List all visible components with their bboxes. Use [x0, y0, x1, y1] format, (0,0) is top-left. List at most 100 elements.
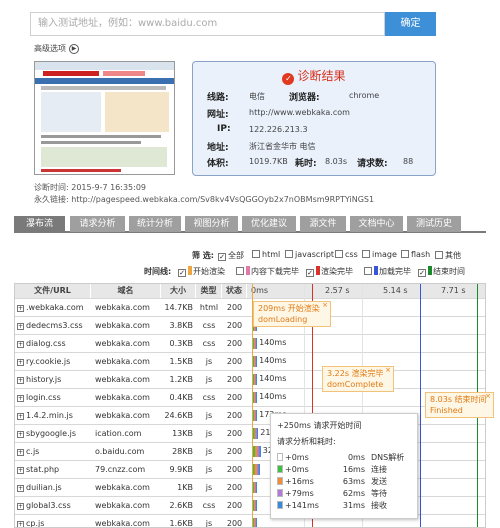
filter-javascript[interactable]: javascript [285, 250, 334, 259]
waterfall-bar[interactable] [253, 338, 258, 349]
domain-cell: o.baidu.com [95, 447, 145, 456]
requests-value: 88 [403, 157, 414, 166]
checkbox-icon [364, 267, 372, 275]
waterfall-bar[interactable] [253, 374, 258, 385]
table-row[interactable]: + history.js webkaka.com 1.2KB js 200 140ms [15, 370, 485, 388]
file-name: c.js [26, 447, 40, 456]
timeline-end-time[interactable]: ✓ 结束时间 [418, 266, 465, 277]
play-circle-icon: ▶ [69, 43, 79, 54]
waterfall-bar[interactable] [253, 356, 258, 367]
table-row[interactable]: + dialog.css webkaka.com 0.3KB css 200 140ms [15, 334, 485, 352]
type-cell: js [205, 447, 213, 456]
expand-icon[interactable]: + [17, 449, 24, 456]
timeline-start-render[interactable]: ✓ 开始渲染 [178, 266, 225, 277]
tooltip-start: +250ms 请求开始时间 [277, 421, 362, 430]
tab-view-analysis[interactable]: 视图分析 [185, 216, 238, 232]
expand-icon[interactable]: + [17, 467, 24, 474]
col-header-timeline: 0ms 2.57 s 5.14 s 7.71 s [247, 284, 485, 298]
url-input[interactable]: 输入测试地址，例如：www.baidu.com [30, 12, 385, 36]
expand-icon[interactable]: + [17, 413, 24, 420]
close-icon[interactable]: × [485, 391, 491, 402]
type-cell: html [199, 303, 219, 312]
expand-icon[interactable]: + [17, 341, 24, 348]
expand-icon[interactable]: + [17, 359, 24, 366]
waterfall-bar[interactable] [253, 446, 261, 457]
waterfall-bar[interactable] [253, 500, 258, 511]
bar-duration-label: 140ms [259, 356, 287, 365]
bar-duration-label: 140ms [259, 392, 287, 401]
tooltip-phase-row: +0ms 0ms DNS解析 [277, 452, 404, 463]
table-row[interactable]: + login.css webkaka.com 0.4KB css 200 140ms [15, 388, 485, 406]
timeline-load-done[interactable]: 加载完毕 [364, 266, 411, 277]
check-icon: ✓ [282, 73, 295, 85]
load-done-line [420, 284, 421, 527]
checkbox-icon: ✓ [218, 253, 226, 261]
size-cell: 1KB [177, 483, 193, 492]
filter-css[interactable]: css [335, 250, 358, 259]
url-label: 网址: [207, 110, 229, 120]
status-cell: 200 [226, 375, 243, 384]
tooltip-title: 请求分析和耗时: [277, 437, 336, 446]
close-icon[interactable]: × [385, 365, 391, 376]
tab-optimization[interactable]: 优化建议 [242, 216, 296, 232]
phase-offset: +0ms [285, 465, 309, 474]
expand-icon[interactable]: + [17, 503, 24, 510]
waterfall-bar[interactable] [253, 518, 258, 527]
advanced-options-link[interactable]: 高级选项 ▶ [34, 43, 79, 55]
type-cell: css [202, 393, 216, 402]
status-cell: 200 [226, 321, 243, 330]
diagnose-time: 诊断时间: 2015-9-7 16:35:09 [34, 183, 147, 192]
domain-cell: webkaka.com [95, 483, 150, 492]
phase-swatch [277, 465, 283, 473]
status-cell: 200 [226, 303, 243, 312]
waterfall-bar[interactable] [253, 410, 258, 421]
waterfall-bar[interactable] [253, 464, 261, 475]
tab-statistics[interactable]: 统计分析 [129, 216, 181, 232]
table-row[interactable]: + .webkaka.com webkaka.com 14.7KB html 200 [15, 298, 485, 316]
size-cell: 24.6KB [164, 411, 193, 420]
size-cell: 3.8KB [169, 321, 193, 330]
tab-source-files[interactable]: 源文件 [300, 216, 346, 232]
checkbox-icon [252, 250, 260, 258]
tab-docs[interactable]: 文档中心 [350, 216, 403, 232]
tooltip-phase-row: +16ms 63ms 发送 [277, 476, 387, 487]
expand-icon[interactable]: + [17, 305, 24, 312]
expand-icon[interactable]: + [17, 521, 24, 527]
permalink[interactable]: 永久链接: http://pagespeed.webkaka.com/Sv8kv… [34, 194, 374, 205]
confirm-button[interactable]: 确定 [385, 12, 436, 36]
domain-cell: webkaka.com [95, 357, 150, 366]
expand-icon[interactable]: + [17, 485, 24, 492]
phase-swatch [277, 501, 283, 509]
col-header-type: 类型 [196, 284, 222, 298]
timeline-render-done[interactable]: ✓ 渲染完毕 [306, 266, 353, 277]
file-cell: + .webkaka.com [15, 299, 91, 316]
table-row[interactable]: + ry.cookie.js webkaka.com 1.5KB js 200 140ms [15, 352, 485, 370]
time-value: 8.03s [325, 157, 347, 166]
tab-history[interactable]: 测试历史 [407, 216, 461, 232]
filter-flash[interactable]: flash [401, 250, 430, 259]
waterfall-bar[interactable] [253, 392, 258, 403]
checkbox-icon [401, 250, 409, 258]
expand-icon[interactable]: + [17, 377, 24, 384]
table-row[interactable]: + dedecms3.css webkaka.com 3.8KB css 200 [15, 316, 485, 334]
expand-icon[interactable]: + [17, 431, 24, 438]
timeline-content-loaded[interactable]: 内容下载完毕 [236, 266, 299, 277]
tab-waterfall[interactable]: 瀑布流 [14, 216, 65, 232]
filter-html[interactable]: html [252, 250, 280, 259]
filter-other[interactable]: 其他 [435, 250, 461, 261]
tab-request-analysis[interactable]: 请求分析 [70, 216, 125, 232]
filter-all[interactable]: ✓ 全部 [218, 250, 244, 261]
tooltip-phase-row: +0ms 16ms 连接 [277, 464, 387, 475]
close-icon[interactable]: × [322, 300, 328, 311]
expand-icon[interactable]: + [17, 395, 24, 402]
filter-image[interactable]: image [362, 250, 397, 259]
checkbox-icon [362, 250, 370, 258]
annotation-subtext: domComplete [327, 380, 384, 389]
file-cell: + ry.cookie.js [15, 353, 91, 370]
expand-icon[interactable]: + [17, 323, 24, 330]
ip-label: IP: [217, 124, 231, 134]
phase-name: 连接 [371, 465, 387, 474]
waterfall-bar[interactable] [253, 428, 259, 439]
waterfall-bar[interactable] [253, 482, 258, 493]
status-cell: 200 [226, 393, 243, 402]
